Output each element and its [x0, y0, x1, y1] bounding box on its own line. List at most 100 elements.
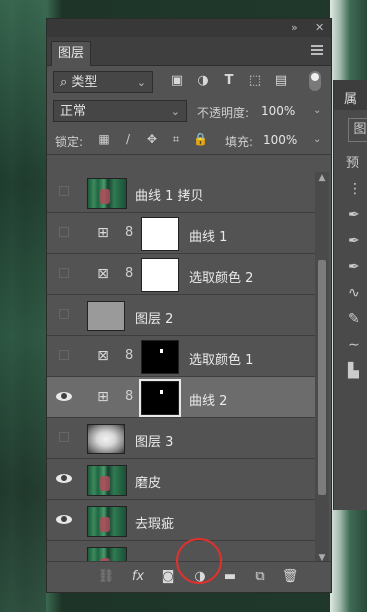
- panel-menu-icon[interactable]: [311, 45, 323, 55]
- layer-row-selected[interactable]: ⊞ 8 曲线 2: [47, 377, 315, 418]
- visibility-toggle[interactable]: [55, 472, 73, 486]
- layer-row[interactable]: ⊠ 8 选取颜色 1: [47, 336, 315, 377]
- lock-all-icon[interactable]: 🔒: [193, 132, 208, 146]
- layer-name[interactable]: 曲线 1 拷贝: [135, 185, 204, 204]
- chevron-down-icon: ⌄: [170, 105, 180, 118]
- link-icon[interactable]: 8: [125, 348, 135, 364]
- lock-paint-icon[interactable]: /: [121, 132, 135, 146]
- layer-row[interactable]: 磨皮: [47, 459, 315, 500]
- layer-row[interactable]: ⊠ 8 选取颜色 2: [47, 254, 315, 295]
- panel-title-strip: » ✕: [47, 19, 331, 37]
- chevron-down-icon: ⌄: [136, 76, 146, 89]
- eyedropper-icon[interactable]: ✒: [348, 207, 366, 223]
- properties-panel-label: 预: [346, 156, 360, 171]
- blend-mode-value: 正常: [60, 104, 87, 119]
- layers-panel: » ✕ 图层 ⌕ 类型 ⌄ ▣ ◑ T ⬚ ▤ 正常 ⌄ 不透明度: 100% …: [46, 18, 332, 593]
- properties-panel-button[interactable]: 图: [348, 118, 367, 142]
- layer-name[interactable]: 选取颜色 2: [189, 267, 253, 286]
- filter-type-icon[interactable]: T: [221, 74, 237, 88]
- visibility-toggle[interactable]: [59, 432, 69, 442]
- layer-name[interactable]: 曲线 1: [189, 226, 227, 245]
- fx-icon[interactable]: fx: [129, 569, 147, 585]
- new-layer-icon[interactable]: ⧉: [251, 569, 269, 585]
- layers-list: 曲线 1 拷贝 ⊞ 8 曲线 1 ⊠ 8 选取颜色 2 图层 2 ⊠ 8 选取颜…: [47, 172, 315, 564]
- layer-name[interactable]: 去瑕疵: [135, 513, 174, 532]
- visibility-toggle[interactable]: [59, 309, 69, 319]
- filter-shape-icon[interactable]: ⬚: [247, 74, 263, 88]
- smooth-icon[interactable]: ∼: [348, 337, 366, 353]
- curves-adjustment-icon: ⊞: [97, 225, 109, 241]
- layer-thumbnail: [87, 506, 127, 537]
- fill-dropdown-icon[interactable]: ⌄: [313, 134, 321, 145]
- visibility-toggle[interactable]: [59, 350, 69, 360]
- layer-row[interactable]: 曲线 1 拷贝: [47, 172, 315, 213]
- filter-smart-object-icon[interactable]: ▤: [273, 74, 289, 88]
- layer-thumbnail: [87, 424, 125, 454]
- layer-name[interactable]: 选取颜色 1: [189, 349, 253, 368]
- layers-scrollbar[interactable]: ▲ ▼: [315, 172, 329, 564]
- layer-row[interactable]: 去瑕疵: [47, 500, 315, 541]
- layer-name[interactable]: 图层 2: [135, 308, 173, 327]
- layer-mask-thumbnail[interactable]: [141, 258, 179, 292]
- selective-color-icon: ⊠: [97, 348, 109, 364]
- add-mask-icon[interactable]: ◙: [159, 569, 177, 585]
- link-layers-icon[interactable]: ⛓: [97, 569, 115, 585]
- properties-panel: 属 图 预 ⋮ ✒ ✒ ✒ ∿ ✎ ∼ ▙: [333, 80, 367, 510]
- layer-row[interactable]: 图层 2: [47, 295, 315, 336]
- scrollbar-thumb[interactable]: [318, 260, 326, 495]
- filter-pixel-icon[interactable]: ▣: [169, 74, 185, 88]
- visibility-toggle[interactable]: [59, 268, 69, 278]
- lock-artboard-icon[interactable]: ⌗: [169, 132, 183, 146]
- trash-icon[interactable]: 🗑: [281, 569, 299, 585]
- layer-name[interactable]: 曲线 2: [189, 390, 227, 409]
- visibility-toggle[interactable]: [55, 513, 73, 527]
- opacity-field[interactable]: 100%: [261, 104, 295, 118]
- layer-mask-thumbnail[interactable]: [139, 379, 181, 417]
- layer-name[interactable]: 图层 3: [135, 431, 173, 450]
- eyedropper-plus-icon[interactable]: ✒: [348, 233, 366, 249]
- filter-kind-label: 类型: [71, 75, 98, 90]
- layer-row[interactable]: ⊞ 8 曲线 1: [47, 213, 315, 254]
- layer-mask-thumbnail[interactable]: [141, 217, 179, 251]
- collapse-icon[interactable]: »: [291, 21, 298, 34]
- lock-row: 锁定: ▦ / ✥ ⌗ 🔒 填充: 100% ⌄: [47, 126, 331, 155]
- layer-thumbnail: [87, 301, 125, 331]
- lock-position-icon[interactable]: ✥: [145, 132, 159, 146]
- properties-panel-header[interactable]: 属: [334, 80, 367, 110]
- fill-field[interactable]: 100%: [263, 133, 297, 147]
- layer-row[interactable]: 图层 3: [47, 418, 315, 459]
- sliders-icon[interactable]: ⋮: [348, 181, 366, 197]
- background-photo-left: [0, 0, 46, 612]
- fill-label: 填充:: [225, 135, 254, 149]
- link-icon[interactable]: 8: [125, 389, 135, 405]
- new-group-icon[interactable]: ▬: [221, 569, 239, 585]
- pencil-icon[interactable]: ✎: [348, 311, 366, 327]
- link-icon[interactable]: 8: [125, 266, 135, 282]
- link-icon[interactable]: 8: [125, 225, 135, 241]
- eyedropper-minus-icon[interactable]: ✒: [348, 259, 366, 275]
- scroll-up-icon[interactable]: ▲: [315, 172, 329, 184]
- highlight-circle: [176, 538, 222, 584]
- opacity-dropdown-icon[interactable]: ⌄: [313, 105, 321, 116]
- blend-opacity-row: 正常 ⌄ 不透明度: 100% ⌄: [47, 96, 331, 126]
- filter-adjustment-icon[interactable]: ◑: [195, 74, 211, 88]
- filter-toggle[interactable]: [309, 71, 321, 91]
- close-icon[interactable]: ✕: [315, 21, 324, 34]
- lock-label: 锁定:: [55, 135, 84, 149]
- layer-name[interactable]: 磨皮: [135, 472, 161, 491]
- layer-thumbnail: [87, 465, 127, 496]
- tab-layers[interactable]: 图层: [51, 41, 91, 66]
- search-icon: ⌕: [60, 75, 72, 90]
- layer-thumbnail: [87, 178, 127, 209]
- selective-color-icon: ⊠: [97, 266, 109, 282]
- filter-kind-select[interactable]: ⌕ 类型 ⌄: [53, 71, 153, 93]
- blend-mode-select[interactable]: 正常 ⌄: [53, 100, 187, 122]
- histogram-icon[interactable]: ▙: [348, 363, 366, 379]
- panel-tab-bar: 图层: [47, 37, 331, 66]
- visibility-toggle[interactable]: [55, 390, 73, 404]
- visibility-toggle[interactable]: [59, 186, 69, 196]
- lock-transparent-icon[interactable]: ▦: [97, 132, 111, 146]
- visibility-toggle[interactable]: [59, 227, 69, 237]
- curve-tool-icon[interactable]: ∿: [348, 285, 366, 301]
- layer-mask-thumbnail[interactable]: [141, 340, 179, 374]
